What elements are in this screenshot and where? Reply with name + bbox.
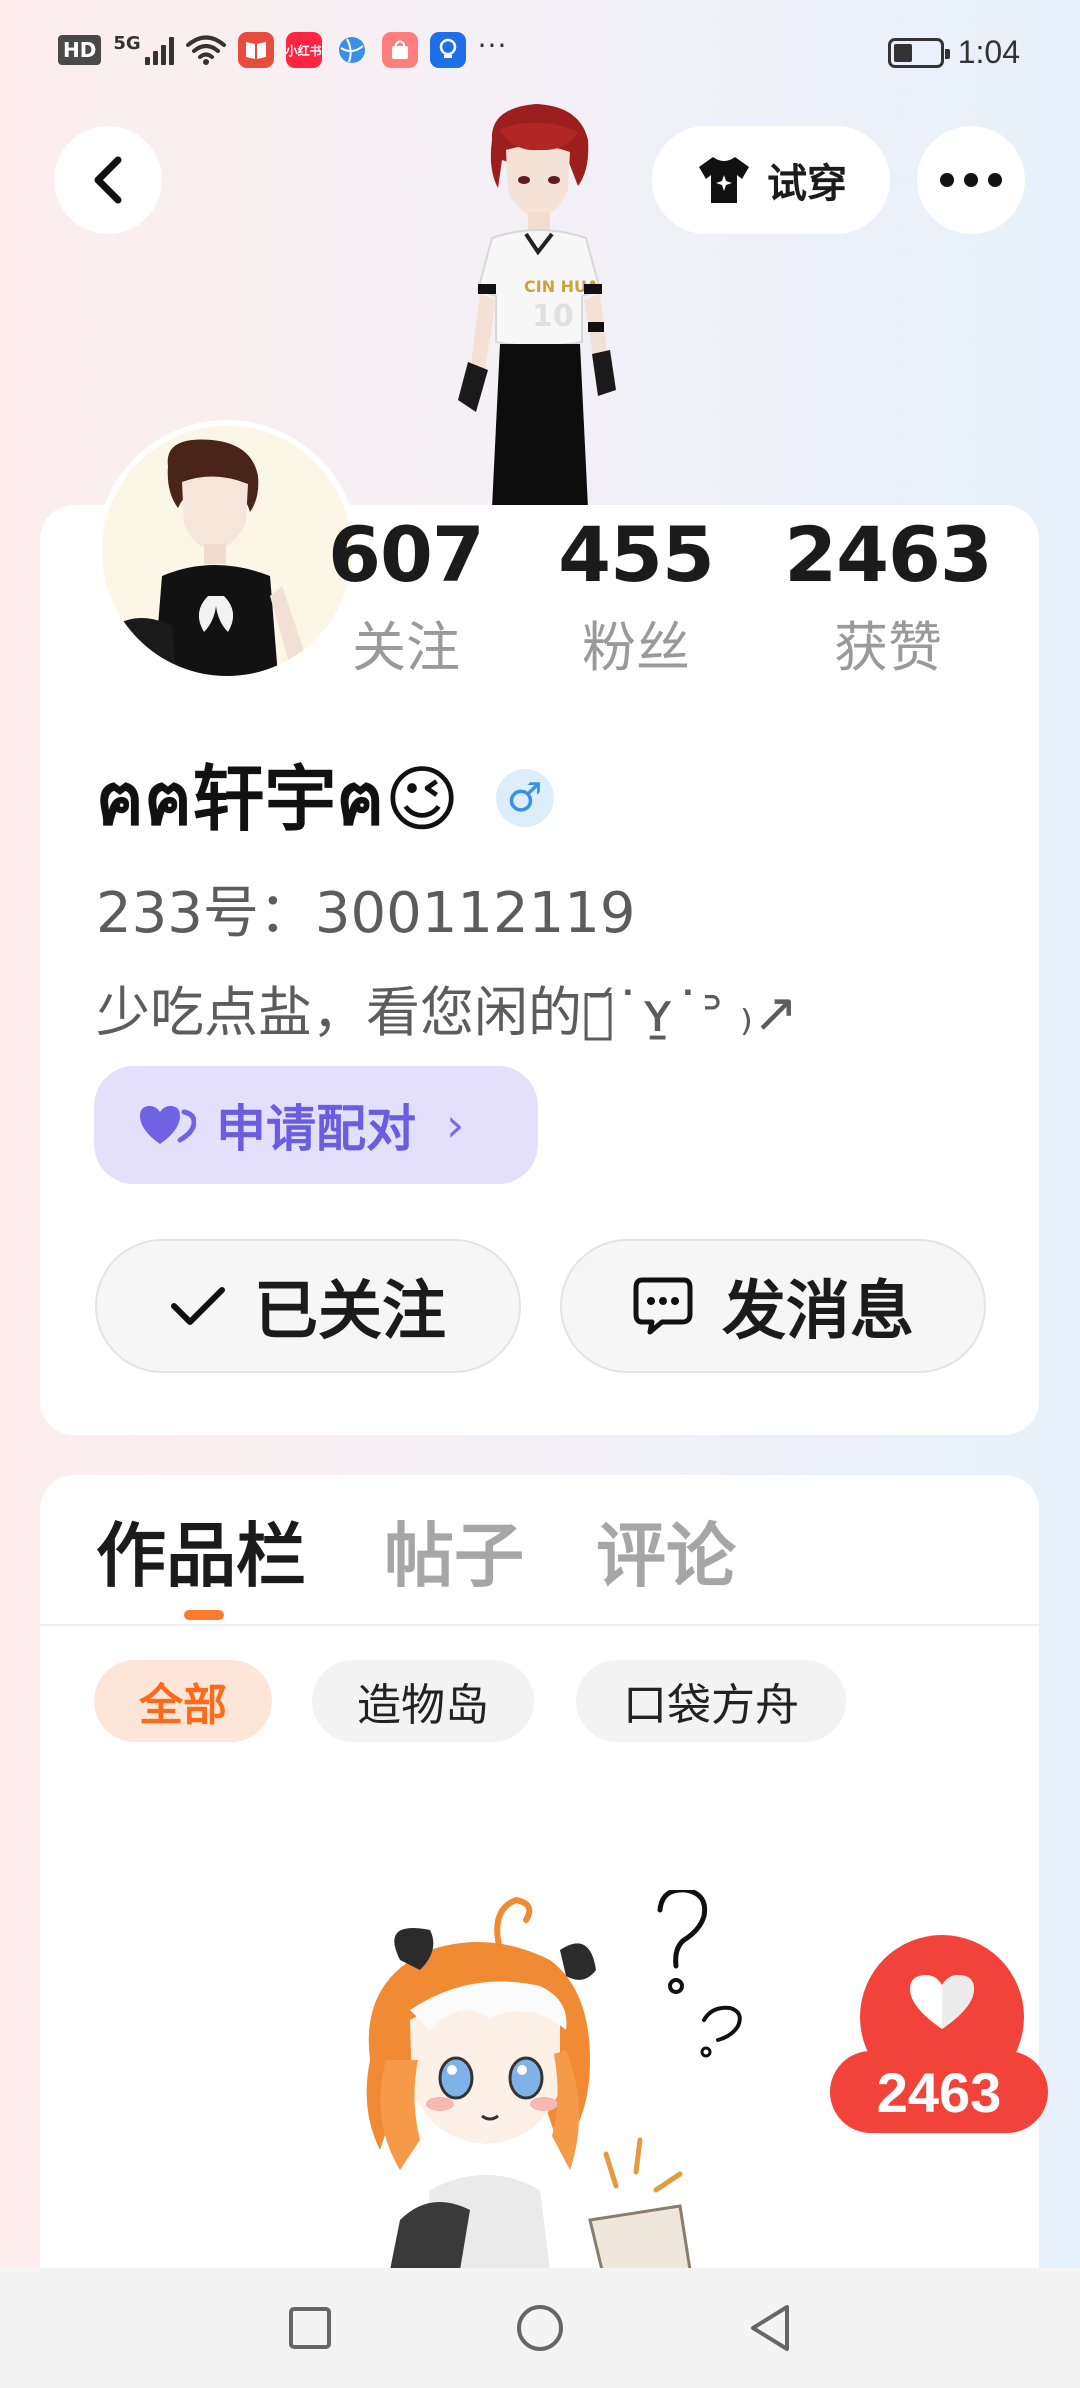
triangle-back-icon (751, 2305, 789, 2351)
tab-divider (40, 1624, 1039, 1626)
tab-posts[interactable]: 帖子 (384, 1500, 524, 1601)
user-bio: 少吃点盐，看您闲的ꉂ᷄˙ʏ̱˙ᐣ ₎↗ (96, 981, 799, 1044)
following-stat[interactable]: 607 关注 (296, 510, 516, 682)
back-button[interactable] (54, 126, 162, 234)
username-row: ฅฅ轩宇ฅ😉 ♂ (96, 740, 554, 856)
status-bar: HD 5G 小红书 ··· 1:04 (0, 0, 1080, 110)
request-pair-label: 申请配对 (216, 1100, 416, 1158)
floating-like-button[interactable]: 2463 (830, 1935, 1050, 2135)
signal-icon (144, 35, 174, 65)
battery-icon (887, 37, 950, 68)
send-message-button[interactable]: 发消息 (560, 1239, 986, 1373)
check-icon (171, 1287, 225, 1325)
followers-stat[interactable]: 455 粉丝 (526, 510, 746, 682)
username: ฅฅ轩宇ฅ😉 (96, 757, 460, 841)
clock: 1:04 (957, 34, 1020, 70)
try-on-button[interactable]: 试穿 (652, 126, 890, 234)
user-id[interactable]: 233号：300112119 (96, 868, 636, 949)
red-book-icon (237, 32, 274, 68)
like-count: 2463 (830, 2051, 1048, 2133)
more-notifications: ··· (477, 28, 508, 62)
following-button[interactable]: 已关注 (95, 1239, 521, 1373)
home-button[interactable] (512, 2300, 568, 2356)
tab-comments[interactable]: 评论 (596, 1500, 736, 1601)
network-type: 5G (113, 32, 141, 54)
empty-state-illustration (366, 1890, 742, 2270)
filter-chip-pocket-ark[interactable]: 口袋方舟 (576, 1660, 846, 1742)
following-button-label: 已关注 (254, 1275, 446, 1349)
chevron-right-icon: › (446, 1098, 465, 1152)
request-pair-button[interactable]: 申请配对 › (94, 1066, 538, 1184)
chat-bubble-icon (633, 1277, 693, 1335)
filter-chip-all[interactable]: 全部 (94, 1660, 272, 1742)
svg-text:10: 10 (532, 299, 574, 334)
more-options-button[interactable] (917, 126, 1025, 234)
try-on-label: 试穿 (767, 161, 847, 207)
globe-icon (334, 32, 370, 68)
tab-works[interactable]: 作品栏 (96, 1500, 306, 1601)
following-count: 607 (328, 510, 485, 599)
shopping-icon (381, 32, 418, 68)
circle-icon (517, 2305, 563, 2351)
recent-apps-button[interactable] (282, 2300, 338, 2356)
hd-badge: HD (58, 35, 102, 65)
following-label: 关注 (352, 616, 460, 679)
gender-badge: ♂ (495, 769, 554, 827)
more-dots-icon (940, 173, 1002, 187)
works-tabs: 作品栏 帖子 评论 (0, 1500, 1040, 1620)
likes-count: 2463 (784, 510, 993, 599)
tshirt-icon (699, 157, 749, 203)
followers-label: 粉丝 (582, 616, 690, 679)
wifi-icon (185, 35, 226, 65)
heart-icon (910, 1975, 974, 2029)
chevron-left-icon (94, 156, 122, 204)
send-message-label: 发消息 (722, 1275, 914, 1349)
lightbulb-icon (429, 32, 466, 68)
followers-count: 455 (558, 510, 715, 599)
likes-stat[interactable]: 2463 获赞 (778, 510, 998, 682)
filter-chip-creation-island[interactable]: 造物岛 (312, 1660, 534, 1742)
active-tab-indicator (184, 1610, 224, 1620)
hearts-icon (140, 1106, 196, 1144)
square-icon (289, 2307, 331, 2349)
xiaohongshu-icon: 小红书 (285, 32, 322, 68)
likes-label: 获赞 (834, 616, 942, 679)
back-nav-button[interactable] (742, 2300, 798, 2356)
character-figure[interactable]: CIN HUA 10 (440, 100, 640, 508)
